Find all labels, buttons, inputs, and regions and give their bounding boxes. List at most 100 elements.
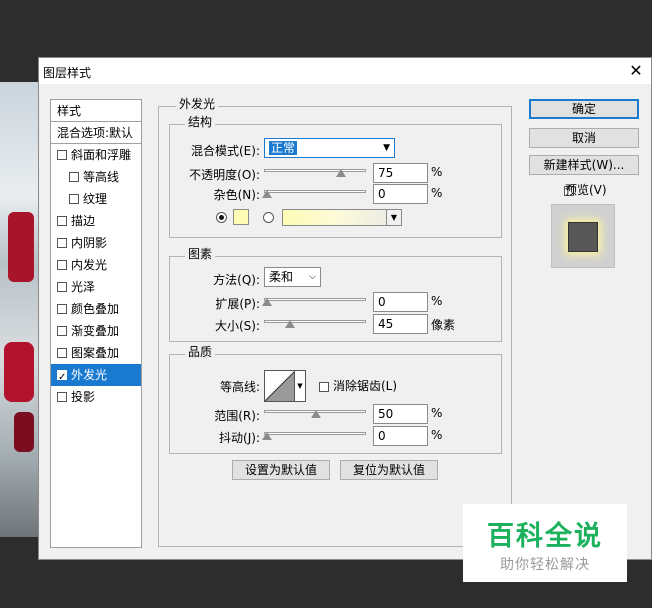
style-item-checkbox[interactable] [57,282,67,292]
style-item-checkbox[interactable] [57,216,67,226]
glow-color-swatch[interactable] [233,209,249,225]
set-default-button[interactable]: 设置为默认值 [232,460,330,480]
jitter-slider-thumb[interactable] [262,432,272,440]
opacity-input[interactable]: 75 [373,163,428,183]
noise-slider-thumb[interactable] [262,190,272,198]
style-item-label: 投影 [71,390,96,404]
contour-linear-icon [265,371,295,401]
style-item-checkbox[interactable] [57,150,67,160]
style-item-label: 图案叠加 [71,346,120,360]
noise-input[interactable]: 0 [373,184,428,204]
jitter-unit: % [431,428,443,442]
style-item[interactable]: 图案叠加 [51,342,141,364]
style-item-checkbox[interactable] [69,172,79,182]
styles-list-header[interactable]: 样式 [51,100,141,122]
layer-style-dialog: 图层样式 ✕ 样式 混合选项:默认 斜面和浮雕等高线纹理描边内阴影内发光光泽颜色… [38,57,652,560]
anti-alias-label: 消除锯齿(L) [333,379,398,393]
style-item-label: 斜面和浮雕 [71,148,132,162]
noise-slider-track[interactable] [264,190,366,193]
size-label: 大小(S): [214,319,260,333]
style-item[interactable]: 渐变叠加 [51,320,141,342]
size-input[interactable]: 45 [373,314,428,334]
close-icon[interactable]: ✕ [627,62,645,80]
watermark-title: 百科全说 [487,521,603,552]
style-item-label: 渐变叠加 [71,324,120,338]
spread-label: 扩展(P): [215,297,260,311]
size-slider-thumb[interactable] [285,320,295,328]
outer-glow-title: 外发光 [176,95,219,112]
cancel-button[interactable]: 取消 [529,128,639,148]
chevron-down-icon[interactable]: ▼ [294,371,305,401]
technique-label: 方法(Q): [213,273,260,287]
photo-flower [8,212,34,282]
background-photo [0,82,40,537]
noise-label: 杂色(N): [213,188,260,202]
style-item-label: 颜色叠加 [71,302,120,316]
watermark: 百科全说 助你轻松解决 [463,504,627,582]
quality-title: 品质 [185,343,216,360]
gradient-picker[interactable]: ▼ [282,209,402,226]
style-item-label: 内阴影 [71,236,108,250]
range-input[interactable]: 50 [373,404,428,424]
style-item[interactable]: 等高线 [51,166,141,188]
elements-title: 图素 [185,245,216,262]
style-item[interactable]: 颜色叠加 [51,298,141,320]
ok-button[interactable]: 确定 [529,99,639,119]
spread-slider-thumb[interactable] [262,298,272,306]
chevron-down-icon: ▼ [383,143,390,153]
size-slider-track[interactable] [264,320,366,323]
style-item-label: 外发光 [71,368,108,382]
style-item-label: 等高线 [83,170,120,184]
spread-input[interactable]: 0 [373,292,428,312]
style-item[interactable]: 内阴影 [51,232,141,254]
style-item-checkbox[interactable] [57,260,67,270]
style-item-checkbox[interactable] [69,194,79,204]
style-item-checkbox[interactable] [57,367,67,386]
style-item-checkbox[interactable] [57,392,67,402]
style-item[interactable]: 纹理 [51,188,141,210]
style-item-checkbox[interactable] [57,304,67,314]
opacity-unit: % [431,165,443,179]
style-item-label: 描边 [71,214,96,228]
chevron-down-icon[interactable]: ▼ [386,210,401,225]
style-item[interactable]: 光泽 [51,276,141,298]
opacity-slider-thumb[interactable] [336,169,346,177]
dialog-title: 图层样式 [43,66,92,80]
noise-unit: % [431,186,443,200]
style-item[interactable]: 描边 [51,210,141,232]
styles-list: 样式 混合选项:默认 斜面和浮雕等高线纹理描边内阴影内发光光泽颜色叠加渐变叠加图… [50,99,142,548]
style-item[interactable]: 内发光 [51,254,141,276]
style-item-checkbox[interactable] [57,238,67,248]
range-slider-thumb[interactable] [311,410,321,418]
range-label: 范围(R): [214,409,260,423]
contour-picker[interactable]: ▼ [264,370,306,402]
title-bar: 图层样式 ✕ [39,58,651,84]
style-item-label: 纹理 [83,192,108,206]
style-item[interactable]: 投影 [51,386,141,408]
chevron-down-icon: ⌵ [309,272,316,282]
anti-alias-checkbox[interactable] [319,382,329,392]
jitter-slider-track[interactable] [264,432,366,435]
style-item[interactable]: 斜面和浮雕 [51,144,141,166]
gradient-radio[interactable] [263,212,274,223]
solid-color-radio[interactable] [216,212,227,223]
new-style-button[interactable]: 新建样式(W)... [529,155,639,175]
reset-default-button[interactable]: 复位为默认值 [340,460,438,480]
jitter-input[interactable]: 0 [373,426,428,446]
contour-label: 等高线: [219,380,260,394]
spread-slider-track[interactable] [264,298,366,301]
blend-mode-select[interactable]: 正常 ▼ [264,138,395,158]
style-item[interactable]: 外发光 [51,364,141,386]
style-item-label: 光泽 [71,280,96,294]
preview-label: 预览(V) [565,183,607,197]
photo-flower [4,342,34,402]
style-item-checkbox[interactable] [57,326,67,336]
watermark-subtitle: 助你轻松解决 [500,557,590,573]
blend-options-item[interactable]: 混合选项:默认 [51,122,141,144]
structure-title: 结构 [185,113,216,130]
opacity-slider-track[interactable] [264,169,366,172]
technique-select[interactable]: 柔和 ⌵ [264,267,321,287]
style-item-label: 内发光 [71,258,108,272]
jitter-label: 抖动(J): [219,431,260,445]
style-item-checkbox[interactable] [57,348,67,358]
